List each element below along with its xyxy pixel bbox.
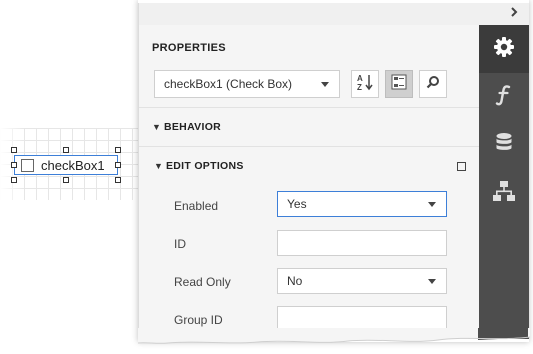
chevron-down-icon [428, 278, 436, 284]
chevron-down-icon [428, 201, 436, 207]
read-only-value: No [287, 274, 303, 288]
tab-properties[interactable] [479, 25, 529, 73]
resize-handle-bottom-left[interactable] [11, 177, 17, 183]
enabled-dropdown[interactable]: Yes [277, 191, 447, 217]
resize-handle-top-left[interactable] [11, 147, 17, 153]
panel-tab-rail [479, 25, 529, 339]
svg-text:A: A [357, 74, 363, 83]
tab-expressions[interactable] [479, 73, 529, 121]
function-icon [494, 84, 514, 111]
properties-panel: PROPERTIES checkBox1 (Check Box) A Z ▼ B… [138, 3, 529, 339]
sort-alphabetical-icon: A Z [356, 73, 374, 96]
panel-header-strip [139, 3, 529, 25]
caret-right-icon: ▼ [152, 122, 161, 132]
section-edit-options-label: EDIT OPTIONS [166, 160, 244, 172]
section-behavior-label: BEHAVIOR [164, 121, 222, 133]
search-button[interactable] [419, 70, 447, 98]
tab-report-explorer[interactable] [479, 169, 529, 217]
resize-handle-bottom-center[interactable] [63, 177, 69, 183]
caret-down-icon: ▼ [154, 161, 163, 171]
object-selector-dropdown[interactable]: checkBox1 (Check Box) [154, 70, 340, 98]
database-icon [495, 132, 513, 159]
chevron-down-icon [321, 81, 329, 87]
chevron-right-icon[interactable] [507, 6, 521, 20]
resize-handle-bottom-right[interactable] [115, 177, 121, 183]
resize-handle-top-center[interactable] [63, 147, 69, 153]
resize-handle-top-right[interactable] [115, 147, 121, 153]
panel-title: PROPERTIES [152, 42, 226, 54]
checkbox-control-label: checkBox1 [41, 157, 105, 173]
categorized-view-icon [391, 74, 407, 95]
checkbox-control[interactable]: checkBox1 [14, 155, 118, 175]
properties-content: PROPERTIES checkBox1 (Check Box) A Z ▼ B… [139, 25, 479, 339]
enabled-value: Yes [287, 197, 307, 211]
gear-icon [493, 36, 515, 63]
read-only-dropdown[interactable]: No [277, 268, 447, 294]
property-label-read-only: Read Only [174, 275, 231, 289]
property-label-group-id: Group ID [174, 313, 223, 327]
id-input[interactable] [277, 230, 447, 256]
hierarchy-icon [493, 180, 515, 207]
sort-alphabetical-button[interactable]: A Z [351, 70, 379, 98]
torn-edge-decoration [138, 328, 530, 344]
categorized-view-button[interactable] [385, 70, 413, 98]
section-behavior[interactable]: ▼ BEHAVIOR [139, 108, 479, 146]
property-label-enabled: Enabled [174, 199, 219, 213]
resize-handle-middle-right[interactable] [115, 162, 121, 168]
reset-section-icon[interactable] [457, 161, 466, 171]
object-selector-value: checkBox1 (Check Box) [164, 77, 293, 91]
svg-text:Z: Z [357, 83, 362, 91]
section-edit-options[interactable]: ▼ EDIT OPTIONS [139, 147, 479, 185]
property-label-id: ID [174, 237, 186, 251]
checkbox-square[interactable] [21, 158, 34, 172]
tab-data-source[interactable] [479, 121, 529, 169]
resize-handle-middle-left[interactable] [11, 162, 17, 168]
search-icon [426, 75, 440, 94]
